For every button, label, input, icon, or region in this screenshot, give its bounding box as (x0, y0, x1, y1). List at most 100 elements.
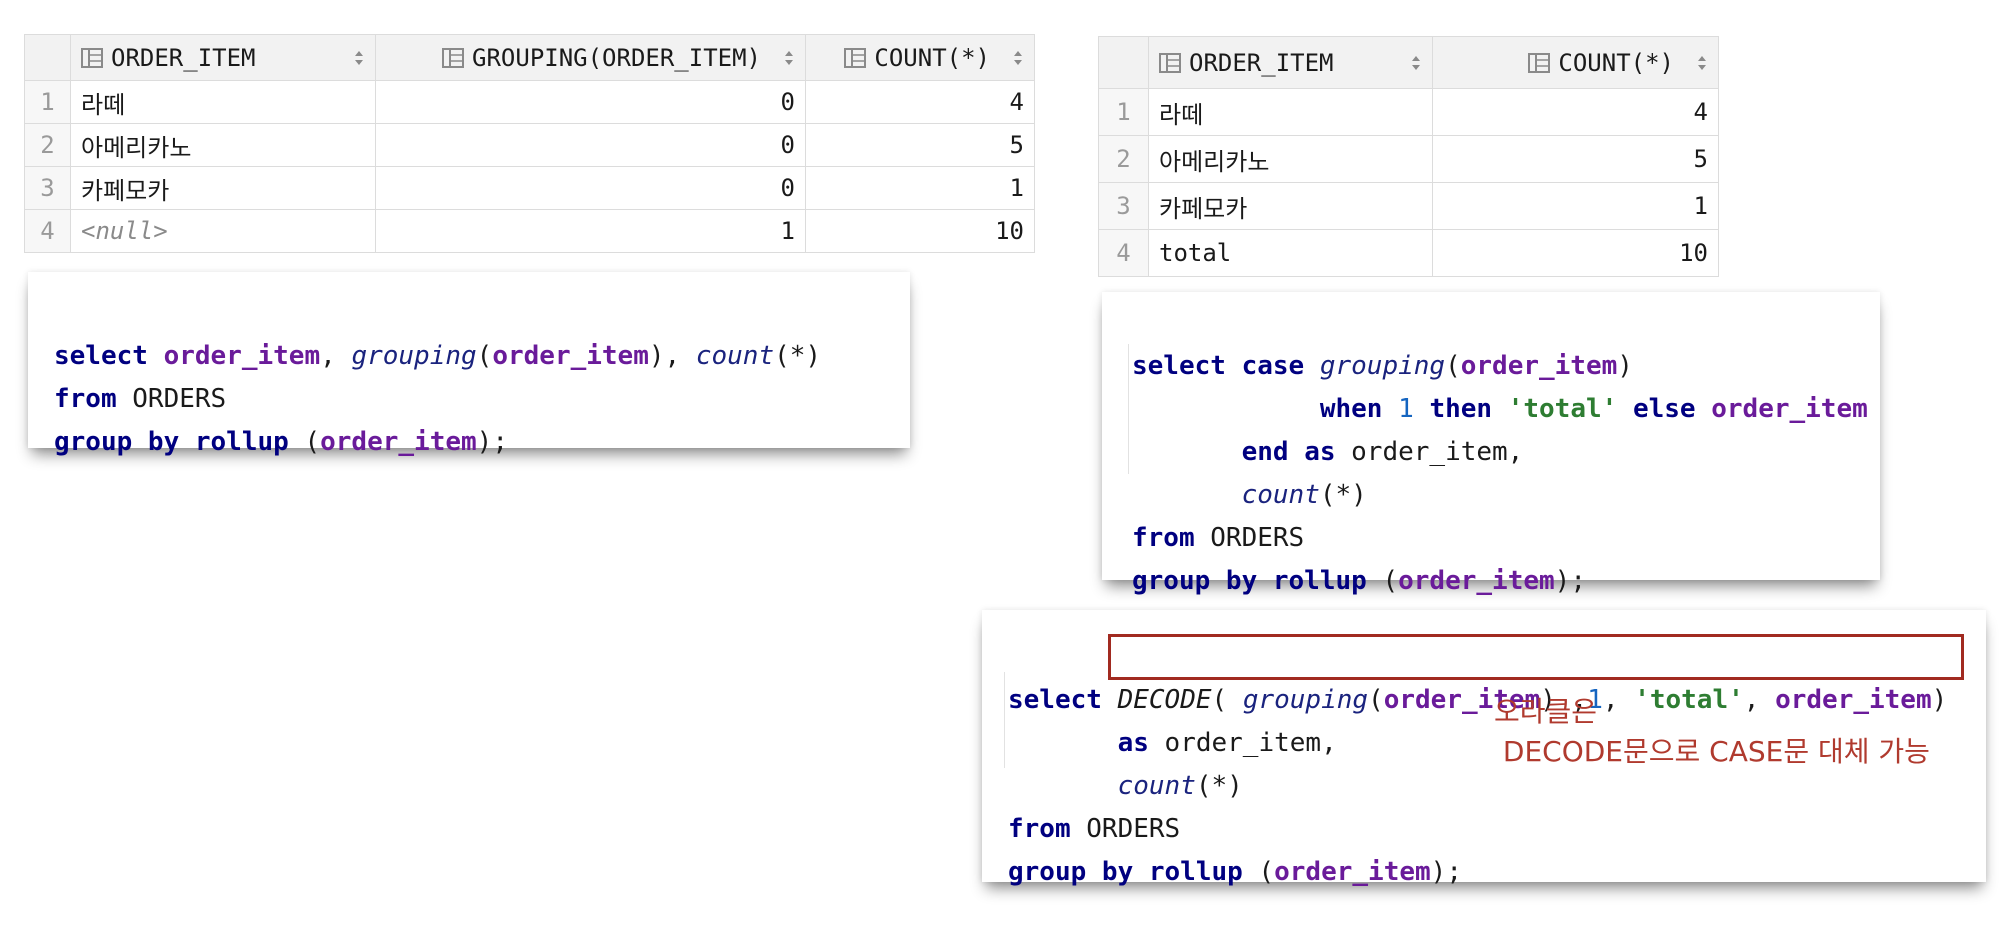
code-panel-case: select case grouping(order_item) when 1 … (1102, 292, 1880, 596)
cell-count[interactable]: 10 (805, 209, 1035, 253)
column-header-order-item[interactable]: ORDER_ITEM (1148, 36, 1433, 89)
cell-count[interactable]: 5 (1432, 135, 1719, 183)
sql-keyword: select (1008, 685, 1102, 715)
sql-punct: ( (1445, 351, 1461, 381)
column-header-label: ORDER_ITEM (1189, 48, 1334, 77)
cell-count[interactable]: 1 (805, 166, 1035, 210)
cell-count[interactable]: 1 (1432, 182, 1719, 230)
sort-arrows-icon[interactable] (1012, 49, 1024, 67)
cell-count[interactable]: 4 (805, 80, 1035, 124)
row-number-header (24, 34, 71, 81)
sql-punct: ( (1211, 685, 1243, 715)
row-number: 1 (1098, 88, 1149, 136)
cell-grouping[interactable]: 0 (375, 123, 806, 167)
sql-punct: ( (1368, 685, 1384, 715)
sql-identifier: order_item (163, 341, 321, 371)
sort-arrows-icon[interactable] (1696, 54, 1708, 72)
sql-punct: ( (476, 341, 493, 371)
sql-identifier: order_item (1711, 394, 1868, 424)
row-number: 3 (1098, 182, 1149, 230)
row-number: 2 (24, 123, 71, 167)
annotation-note: 오라클은 DECODE문으로 CASE문 대체 가능 (1494, 692, 1930, 772)
sql-table-name: ORDERS (1194, 523, 1305, 553)
cell-order-item[interactable]: 라떼 (1148, 88, 1433, 136)
annotation-line: 오라클은 (1494, 695, 1598, 728)
cell-order-item[interactable]: total (1148, 229, 1433, 277)
sql-keyword: when (1319, 394, 1383, 424)
cell-grouping[interactable]: 0 (375, 80, 806, 124)
sql-punct: ( (1242, 857, 1275, 887)
sql-keyword: group by rollup (1132, 566, 1367, 596)
sql-punct: ), (648, 341, 696, 371)
sql-keyword: from (1008, 814, 1071, 844)
sql-punct: ); (1554, 566, 1586, 596)
sql-punct: ( (1366, 566, 1399, 596)
table-column-icon (442, 47, 465, 68)
column-header-count[interactable]: COUNT(*) (805, 34, 1035, 81)
cell-order-item[interactable]: 카페모카 (70, 166, 376, 210)
column-header-label: COUNT(*) (874, 43, 990, 72)
sql-keyword: from (1132, 523, 1195, 553)
sql-code-block[interactable]: select order_item, grouping(order_item),… (54, 292, 821, 464)
table-row[interactable]: 4 <null> 1 10 (24, 209, 1035, 253)
cell-count[interactable]: 4 (1432, 88, 1719, 136)
sql-keyword: select case (1132, 351, 1305, 381)
sql-punct: ); (1430, 857, 1462, 887)
indent-guide (1128, 344, 1129, 474)
cell-count[interactable]: 10 (1432, 229, 1719, 277)
cell-order-item-null[interactable]: <null> (70, 209, 376, 253)
sql-alias: order_item, (1148, 728, 1337, 758)
column-header-label: COUNT(*) (1558, 48, 1674, 77)
column-header-order-item[interactable]: ORDER_ITEM (70, 34, 376, 81)
sql-string: 'total' (1507, 394, 1618, 424)
column-header-label: ORDER_ITEM (111, 43, 256, 72)
sql-keyword: as (1117, 728, 1149, 758)
sql-keyword: group by rollup (1008, 857, 1243, 887)
sql-punct: ) (1617, 351, 1633, 381)
table-row[interactable]: 3 카페모카 1 (1098, 182, 1719, 230)
sql-function: count (1241, 480, 1320, 510)
column-header-label: GROUPING(ORDER_ITEM) (472, 43, 761, 72)
sql-identifier: order_item (1460, 351, 1618, 381)
table-column-icon (1528, 52, 1551, 73)
sql-function: count (695, 341, 775, 371)
table-row[interactable]: 3 카페모카 0 1 (24, 166, 1035, 210)
cell-grouping[interactable]: 1 (375, 209, 806, 253)
code-panel-grouping: select order_item, grouping(order_item),… (28, 272, 910, 457)
indent-guide (1004, 672, 1005, 768)
cell-order-item[interactable]: 아메리카노 (1148, 135, 1433, 183)
cell-grouping[interactable]: 0 (375, 166, 806, 210)
sort-arrows-icon[interactable] (353, 49, 365, 67)
sql-function: grouping (351, 341, 477, 371)
sql-function: grouping (1242, 685, 1369, 715)
sql-punct: ( (288, 427, 321, 457)
sql-keyword: then (1429, 394, 1493, 424)
sql-function: count (1117, 771, 1196, 801)
sql-code-block[interactable]: select case grouping(order_item) when 1 … (1132, 302, 1868, 603)
column-header-grouping[interactable]: GROUPING(ORDER_ITEM) (375, 34, 806, 81)
table-row[interactable]: 2 아메리카노 0 5 (24, 123, 1035, 167)
result-grid-left: ORDER_ITEM GROUPING(ORDER_ITEM) COUNT(*) (24, 34, 1035, 253)
result-grid-right: ORDER_ITEM COUNT(*) 1 라떼 4 2 아메리카노 5 3 카… (1098, 36, 1719, 277)
cell-count[interactable]: 5 (805, 123, 1035, 167)
cell-order-item[interactable]: 라떼 (70, 80, 376, 124)
sql-table-name: ORDERS (1070, 814, 1181, 844)
table-row[interactable]: 1 라떼 4 (1098, 88, 1719, 136)
column-header-count[interactable]: COUNT(*) (1432, 36, 1719, 89)
table-column-icon (81, 47, 103, 68)
cell-order-item[interactable]: 아메리카노 (70, 123, 376, 167)
row-number: 3 (24, 166, 71, 210)
table-column-icon (1159, 52, 1181, 73)
cell-order-item[interactable]: 카페모카 (1148, 182, 1433, 230)
code-panel-decode: select DECODE( grouping(order_item) ,1, … (982, 610, 1986, 887)
row-number: 4 (24, 209, 71, 253)
row-number: 4 (1098, 229, 1149, 277)
sql-keyword: end as (1241, 437, 1336, 467)
sql-punct: ); (476, 427, 508, 457)
table-row[interactable]: 2 아메리카노 5 (1098, 135, 1719, 183)
table-column-icon (844, 47, 867, 68)
sort-arrows-icon[interactable] (1410, 54, 1422, 72)
table-row[interactable]: 4 total 10 (1098, 229, 1719, 277)
table-row[interactable]: 1 라떼 0 4 (24, 80, 1035, 124)
sort-arrows-icon[interactable] (783, 49, 795, 67)
